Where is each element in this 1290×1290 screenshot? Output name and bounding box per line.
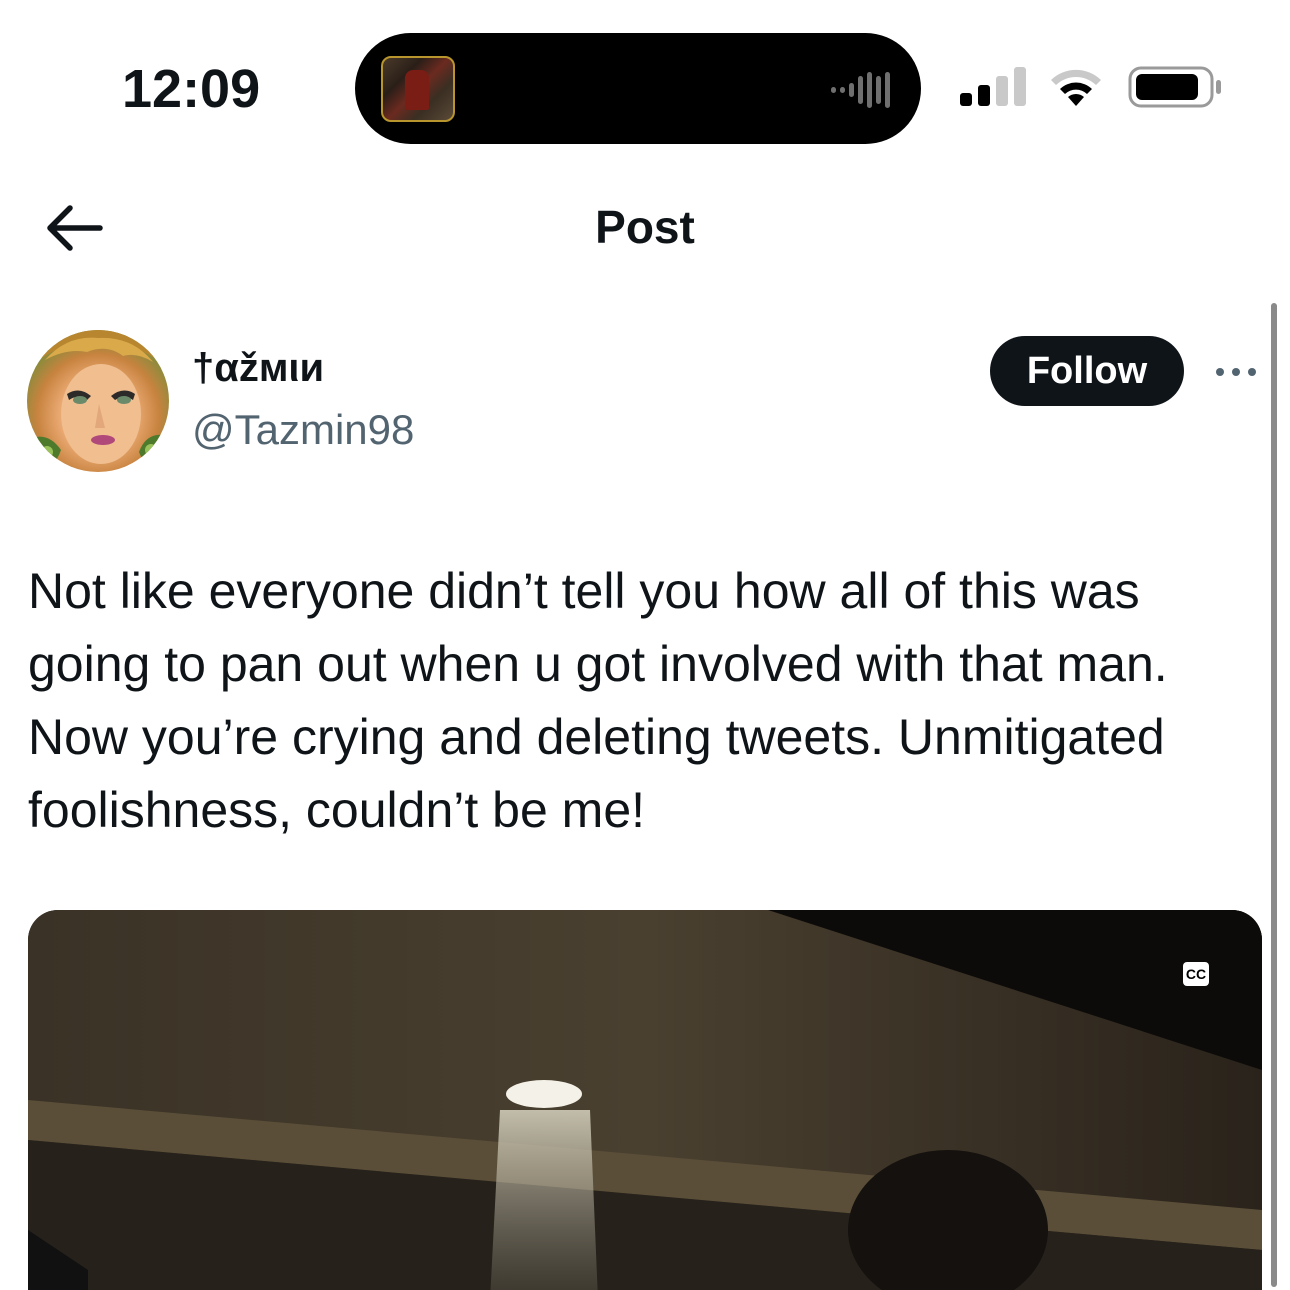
scrollbar[interactable]	[1271, 303, 1277, 1287]
author-handle[interactable]: @Tazmin98	[192, 406, 414, 454]
post-text: Not like everyone didn’t tell you how al…	[28, 563, 1168, 838]
author-display-name[interactable]: †αžмιи	[192, 346, 324, 391]
dynamic-island[interactable]	[355, 33, 921, 144]
follow-button[interactable]: Follow	[990, 336, 1184, 406]
video-player[interactable]: CC	[28, 910, 1262, 1290]
video-frame	[28, 910, 1262, 1290]
cellular-signal-icon	[960, 67, 1026, 106]
avatar-illustration	[27, 330, 169, 472]
post-screen: 12:09 Post †αžмιи @Tazmin98 Follow Not l…	[0, 0, 1290, 1290]
audio-waveform-icon	[831, 72, 890, 108]
status-time: 12:09	[122, 59, 261, 119]
page-title: Post	[595, 201, 695, 253]
avatar[interactable]	[27, 330, 169, 472]
now-playing-artwork	[381, 56, 455, 122]
battery-icon	[1128, 66, 1221, 108]
closed-captions-button[interactable]: CC	[1183, 962, 1209, 986]
more-dots-icon[interactable]	[1212, 360, 1260, 384]
wifi-icon	[1051, 69, 1101, 106]
